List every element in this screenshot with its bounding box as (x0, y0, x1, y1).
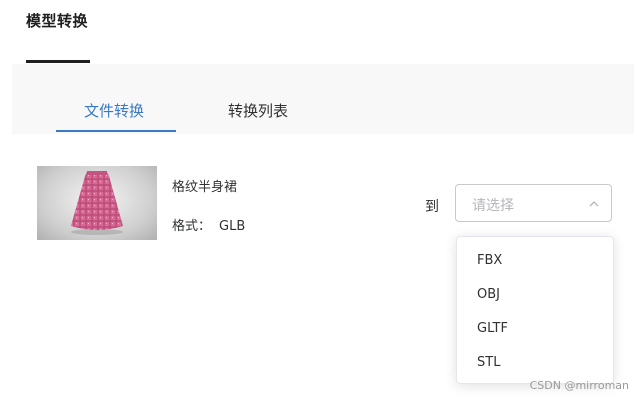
format-dropdown: FBX OBJ GLTF STL (456, 236, 614, 384)
select-placeholder: 请选择 (472, 198, 514, 214)
target-format-select[interactable]: 请选择 (455, 184, 612, 222)
chevron-up-icon (589, 201, 599, 207)
format-value: GLB (219, 219, 246, 234)
option-obj[interactable]: OBJ (477, 287, 500, 302)
skirt-image (71, 171, 123, 235)
tabs-panel: 文件转换 转换列表 (12, 64, 634, 134)
model-name: 格纹半身裙 (172, 180, 238, 195)
model-thumbnail (37, 166, 157, 240)
title-underline (26, 60, 90, 63)
format-label: 格式： (172, 219, 212, 234)
model-format: 格式： GLB (172, 215, 253, 234)
option-gltf[interactable]: GLTF (477, 321, 508, 336)
to-label: 到 (425, 199, 439, 215)
tab-convert-list[interactable]: 转换列表 (228, 100, 288, 121)
active-tab-indicator (56, 130, 176, 132)
tab-file-convert[interactable]: 文件转换 (84, 100, 144, 121)
watermark: CSDN @mirroman (529, 379, 629, 392)
option-fbx[interactable]: FBX (477, 253, 502, 268)
page-title: 模型转换 (26, 12, 89, 30)
option-stl[interactable]: STL (477, 355, 500, 370)
